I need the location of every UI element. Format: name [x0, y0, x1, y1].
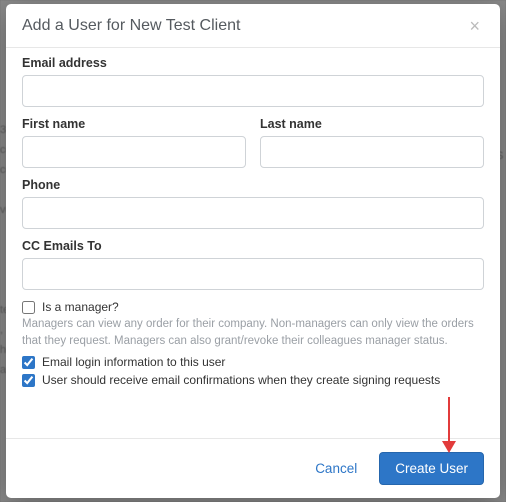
email-confirm-label: User should receive email confirmations … — [42, 373, 440, 387]
add-user-modal: Add a User for New Test Client × Email a… — [6, 4, 500, 498]
modal-header: Add a User for New Test Client × — [6, 4, 500, 48]
last-name-field[interactable] — [260, 136, 484, 168]
email-login-checkbox[interactable] — [22, 356, 35, 369]
cancel-button[interactable]: Cancel — [299, 452, 373, 485]
first-name-field[interactable] — [22, 136, 246, 168]
phone-field[interactable] — [22, 197, 484, 229]
email-label: Email address — [22, 56, 484, 70]
modal-body: Email address First name Last name Phone… — [6, 48, 500, 438]
close-icon[interactable]: × — [465, 17, 484, 35]
create-user-button[interactable]: Create User — [379, 452, 484, 485]
email-login-label: Email login information to this user — [42, 355, 225, 369]
cc-emails-label: CC Emails To — [22, 239, 484, 253]
modal-footer: Cancel Create User — [6, 438, 500, 498]
manager-help-text: Managers can view any order for their co… — [22, 316, 484, 349]
modal-title: Add a User for New Test Client — [22, 17, 465, 35]
email-confirm-checkbox[interactable] — [22, 374, 35, 387]
is-manager-checkbox[interactable] — [22, 301, 35, 314]
first-name-label: First name — [22, 117, 246, 131]
email-field[interactable] — [22, 75, 484, 107]
last-name-label: Last name — [260, 117, 484, 131]
phone-label: Phone — [22, 178, 484, 192]
is-manager-label: Is a manager? — [42, 300, 119, 314]
cc-emails-field[interactable] — [22, 258, 484, 290]
